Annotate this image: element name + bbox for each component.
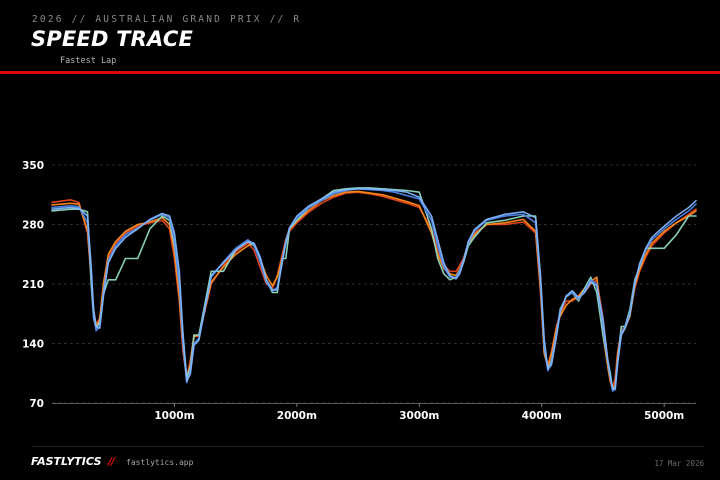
speed-trace-chart: 70 140 210 280 350 1000m 2000m 3000m 4000m 5000m bbox=[22, 160, 697, 420]
x-tick-label: 1000m bbox=[154, 410, 194, 420]
x-tick-label: 4000m bbox=[522, 410, 562, 420]
x-tick-label: 3000m bbox=[399, 410, 439, 420]
x-tick-label: 2000m bbox=[277, 410, 317, 420]
grid-layer bbox=[52, 164, 696, 404]
page-subtitle: Fastest Lap bbox=[60, 56, 117, 66]
header-accent-rule bbox=[0, 71, 720, 74]
x-tick-label: 5000m bbox=[644, 410, 684, 420]
footer-date: 17 Mar 2026 bbox=[654, 459, 704, 468]
series-line-5 bbox=[51, 187, 697, 391]
brand-logo: FASTLYTICS bbox=[31, 455, 102, 468]
y-tick-label: 350 bbox=[22, 160, 44, 172]
y-tick-label: 280 bbox=[22, 220, 44, 232]
footer-rule bbox=[32, 446, 704, 447]
y-tick-label: 140 bbox=[22, 339, 44, 351]
series-line-3 bbox=[51, 187, 697, 392]
series-layer bbox=[51, 187, 697, 392]
axis-layer: 70 140 210 280 350 1000m 2000m 3000m 4000m 5000m bbox=[22, 160, 696, 420]
brand-separator: // bbox=[108, 455, 115, 468]
race-supertitle: 2026 // AUSTRALIAN GRAND PRIX // R bbox=[32, 14, 302, 25]
page-title: SPEED TRACE bbox=[31, 27, 194, 51]
site-link[interactable]: fastlytics.app bbox=[126, 458, 193, 467]
y-tick-label: 210 bbox=[22, 279, 44, 291]
series-line-4 bbox=[51, 187, 697, 392]
y-tick-label: 70 bbox=[29, 398, 44, 410]
